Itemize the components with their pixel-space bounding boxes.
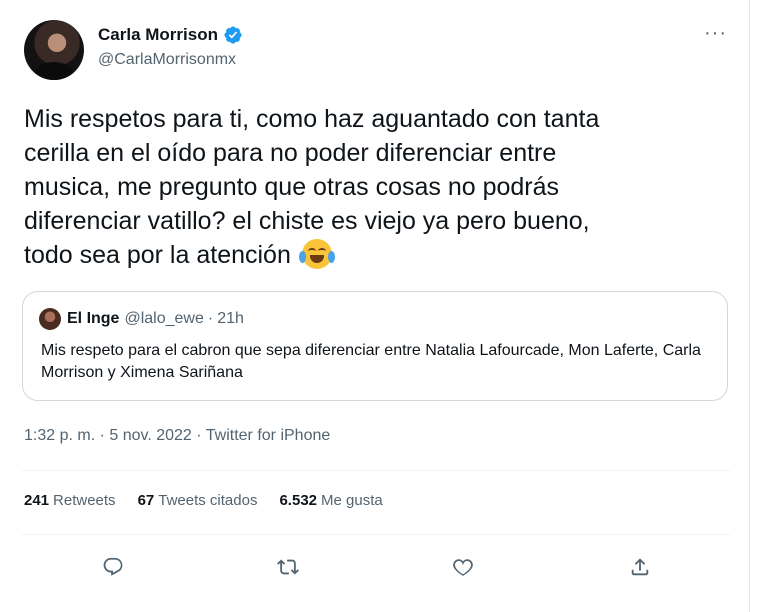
quotes-count: 67 xyxy=(137,492,155,509)
author-handle[interactable]: @CarlaMorrisonmx xyxy=(98,51,236,69)
quoted-tweet-text: Mis respeto para el cabron que sepa dife… xyxy=(41,342,701,381)
tweet-date[interactable]: 5 nov. 2022 xyxy=(109,427,191,444)
likes-count: 6.532 xyxy=(279,492,318,509)
tweet-source[interactable]: Twitter for iPhone xyxy=(206,427,331,444)
like-icon xyxy=(453,559,473,576)
reply-icon xyxy=(103,557,123,576)
share-button[interactable] xyxy=(625,552,655,582)
divider xyxy=(22,470,730,471)
tweet-time[interactable]: 1:32 p. m. xyxy=(24,427,95,444)
like-button[interactable] xyxy=(448,552,478,582)
tweet-card: Carla Morrison @CarlaMorrisonmx ··· Mis … xyxy=(0,0,750,612)
reply-button[interactable] xyxy=(98,552,128,582)
face-with-tears-of-joy-icon xyxy=(298,239,335,269)
retweet-icon xyxy=(277,559,299,575)
quoted-tweet-header: El Inge @lalo_ewe · 21h xyxy=(39,308,244,330)
quotes-label: Tweets citados xyxy=(158,492,258,509)
meta-separator: · xyxy=(196,427,202,444)
retweets-stat[interactable]: 241 Retweets xyxy=(24,492,116,509)
quotes-stat[interactable]: 67 Tweets citados xyxy=(138,492,258,509)
tweet-stats: 241 Retweets 67 Tweets citados 6.532 Me gus… xyxy=(24,492,405,509)
meta-separator: · xyxy=(99,427,105,444)
more-options-icon[interactable]: ··· xyxy=(704,23,727,43)
retweets-label: Retweets xyxy=(53,492,116,509)
likes-stat[interactable]: 6.532 Me gusta xyxy=(279,492,382,509)
author-name[interactable]: Carla Morrison xyxy=(98,25,218,45)
tweet-meta: 1:32 p. m. · 5 nov. 2022 · Twitter for i… xyxy=(24,427,330,445)
share-icon xyxy=(631,558,649,576)
quoted-author-handle: @lalo_ewe xyxy=(124,310,204,327)
quoted-author-avatar xyxy=(39,308,61,330)
retweets-count: 241 xyxy=(24,492,50,509)
verified-badge-icon xyxy=(224,26,242,44)
quoted-tweet[interactable]: El Inge @lalo_ewe · 21h Mis respeto para… xyxy=(22,291,728,401)
quoted-author-name: El Inge xyxy=(67,310,120,327)
quoted-time: 21h xyxy=(217,310,244,327)
retweet-button[interactable] xyxy=(273,552,303,582)
quoted-separator: · xyxy=(207,310,214,327)
author-name-row: Carla Morrison xyxy=(98,25,243,45)
author-avatar[interactable] xyxy=(24,20,84,80)
action-bar xyxy=(0,552,750,582)
likes-label: Me gusta xyxy=(321,492,383,509)
tweet-text: Mis respetos para ti, como haz aguantado… xyxy=(24,102,724,272)
divider xyxy=(22,534,730,535)
